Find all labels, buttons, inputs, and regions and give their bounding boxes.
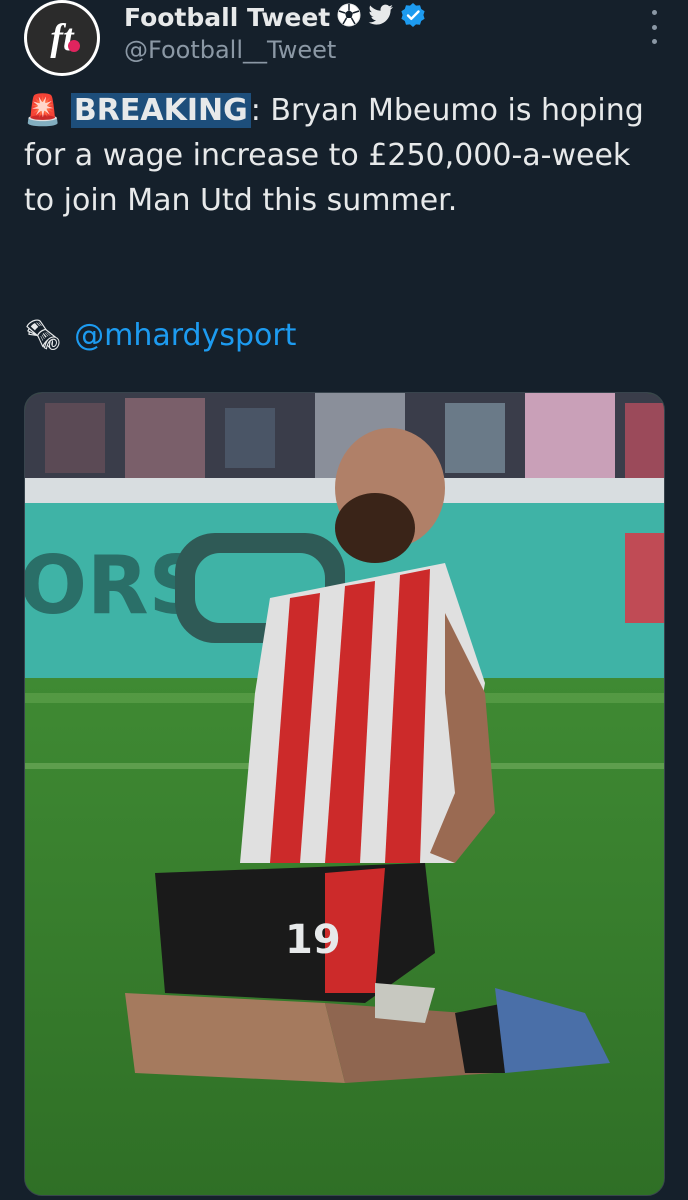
avatar-logo-text: ft <box>50 17 74 59</box>
author-handle[interactable]: @Football__Tweet <box>124 36 336 64</box>
footballer-photo: ORS 19 <box>25 393 664 1195</box>
newspaper-icon: 🗞 <box>24 317 63 353</box>
display-name[interactable]: Football Tweet <box>124 3 330 32</box>
mention-link[interactable]: @mhardysport <box>74 318 296 353</box>
tweet-text: 🚨 BREAKING: Bryan Mbeumo is hoping for a… <box>24 88 664 223</box>
siren-emoji: 🚨 <box>24 93 62 128</box>
avatar[interactable]: ft <box>24 0 100 76</box>
breaking-highlight: BREAKING <box>70 93 251 128</box>
source-line: 🗞 @mhardysport <box>24 312 296 358</box>
more-options-icon[interactable] <box>644 10 664 44</box>
avatar-ball-icon <box>68 40 80 52</box>
tweet-photo[interactable]: ORS 19 <box>24 392 665 1196</box>
shirt-number: 19 <box>285 917 341 963</box>
soccer-ball-icon <box>336 2 362 32</box>
bird-icon <box>368 4 394 30</box>
verified-badge-icon <box>400 2 426 32</box>
author-name-row: Football Tweet <box>124 0 426 34</box>
tweet-card[interactable]: ft Football Tweet @Football__Tweet 🚨 BRE… <box>0 0 688 1200</box>
